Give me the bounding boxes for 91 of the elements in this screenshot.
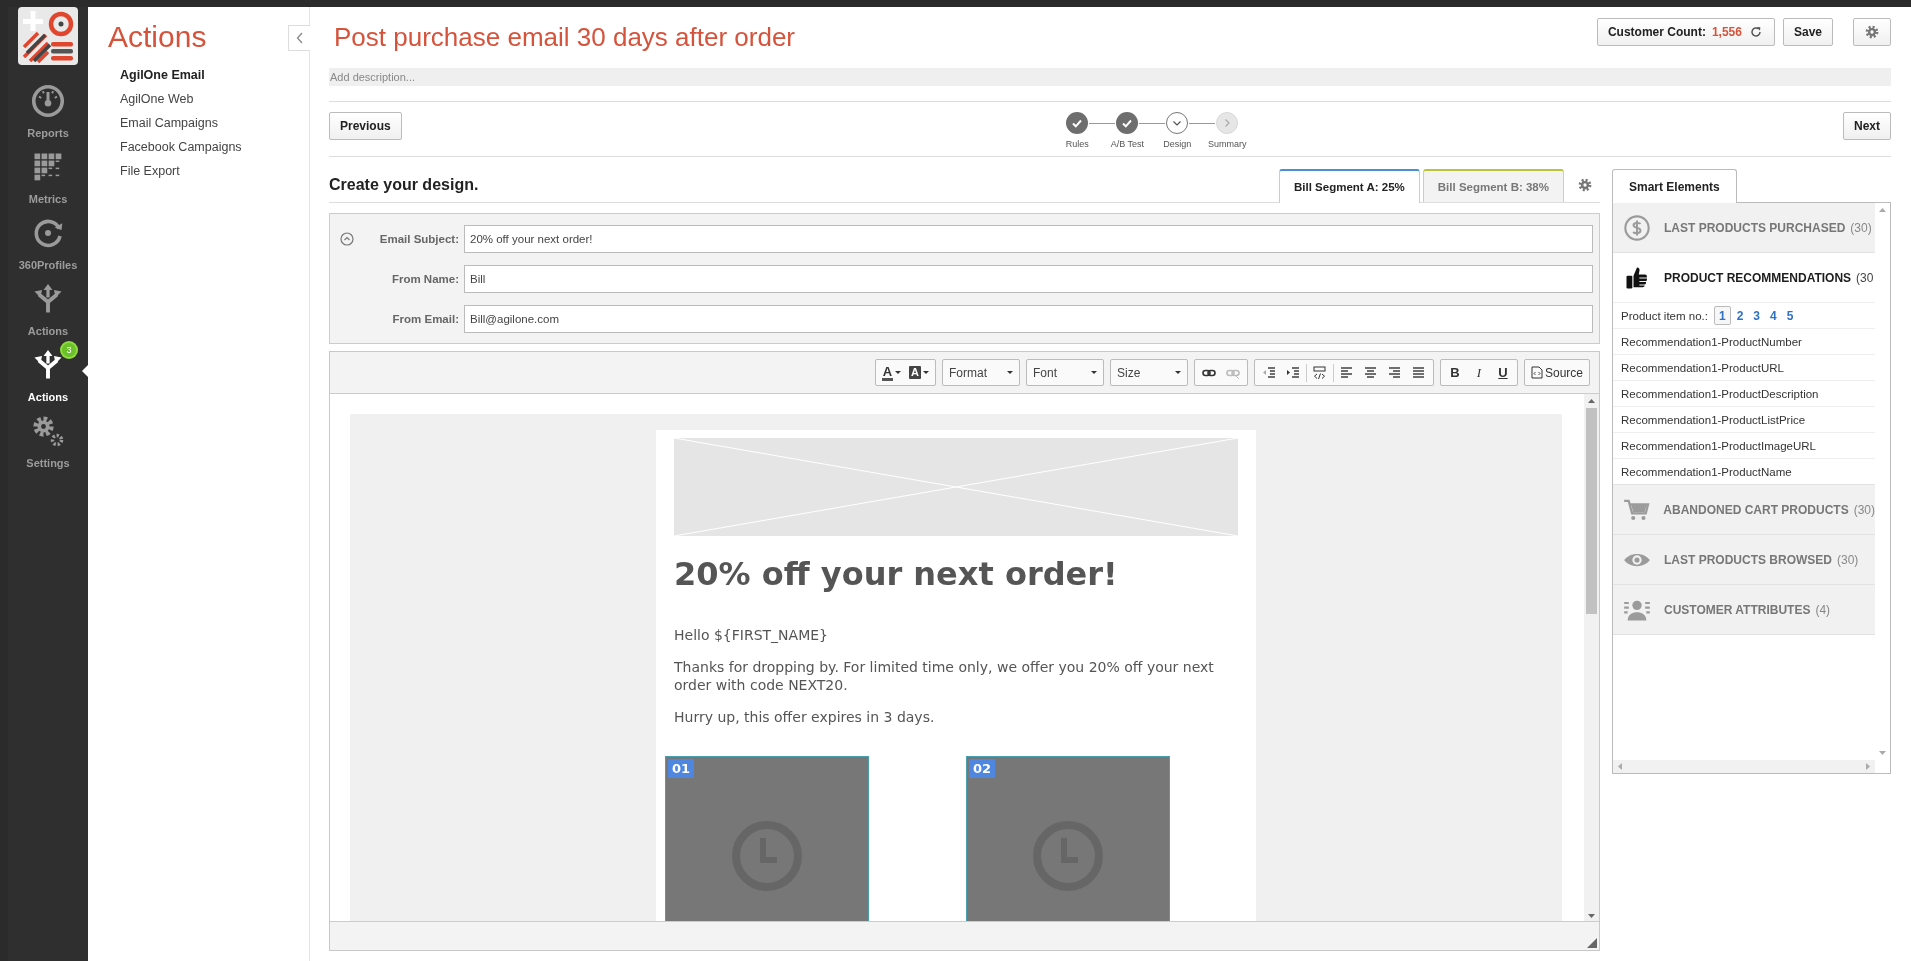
step-label: A/B Test <box>1110 139 1144 149</box>
text-field[interactable]: Bill@agilone.com <box>464 305 1593 333</box>
section-title: Actions <box>108 19 207 55</box>
italic-button[interactable]: I <box>1467 362 1490 383</box>
section-header[interactable]: CUSTOMER ATTRIBUTES (4) <box>1613 585 1875 634</box>
code-block-icon <box>1313 366 1327 379</box>
smart-element-item[interactable]: Recommendation1-ProductListPrice <box>1613 406 1875 432</box>
outdent-icon <box>1262 366 1276 379</box>
previous-button[interactable]: Previous <box>329 112 402 140</box>
chevron-left-icon <box>295 32 304 44</box>
caret-icon <box>1174 371 1181 374</box>
item-number-label: Product item no.: <box>1621 309 1708 322</box>
nav-item[interactable]: Metrics <box>8 145 88 211</box>
source-icon <box>1530 366 1543 379</box>
menu-item[interactable]: Email Campaigns <box>120 111 309 135</box>
background-color-button[interactable]: A <box>906 362 932 383</box>
product-number: 02 <box>969 759 996 778</box>
check-icon <box>1071 117 1084 129</box>
page-link[interactable]: 2 <box>1732 306 1748 325</box>
menu-item[interactable]: AgilOne Web <box>120 87 309 111</box>
chevron-down-icon <box>1172 118 1183 128</box>
nav-item[interactable]: Settings <box>8 409 88 475</box>
align-center-icon <box>1364 366 1378 379</box>
indent-icon <box>1286 366 1300 379</box>
section-header[interactable]: LAST PRODUCTS PURCHASED (30) <box>1613 203 1875 252</box>
justify-icon <box>1412 366 1426 379</box>
toolbar-dropdown[interactable]: Font <box>1025 359 1104 386</box>
page-link[interactable]: 3 <box>1749 306 1764 325</box>
section-header[interactable]: LAST PRODUCTS BROWSED (30) <box>1613 535 1875 584</box>
panel-tab[interactable]: Smart Elements <box>1612 169 1737 203</box>
page-link[interactable]: 1 <box>1713 306 1731 325</box>
smart-element-item[interactable]: Recommendation1-ProductImageURL <box>1613 432 1875 458</box>
source-button[interactable]: Source <box>1523 359 1590 386</box>
step-label: Design <box>1163 139 1192 149</box>
save-button[interactable]: Save <box>1782 18 1833 46</box>
collapse-up-icon <box>340 232 354 246</box>
settings-icon[interactable] <box>1576 176 1594 194</box>
caret-icon <box>922 371 929 374</box>
caret-icon <box>1006 371 1013 374</box>
page-link[interactable]: 5 <box>1782 306 1798 325</box>
logo <box>18 7 78 65</box>
section-header[interactable]: ABANDONED CART PRODUCTS (30) <box>1613 485 1875 534</box>
paragraph: Thanks for dropping by. For limited time only, we offer you 20% off your next order with code NEXT20. <box>674 658 1215 694</box>
settings-icon <box>1863 23 1881 41</box>
gauge-icon <box>30 83 66 119</box>
description-field[interactable]: Add description... <box>329 68 1891 86</box>
toolbar-dropdown[interactable]: Format <box>941 359 1020 386</box>
menu-item[interactable]: AgilOne Email <box>120 63 309 87</box>
bold-button[interactable]: B <box>1443 362 1466 383</box>
caret-icon <box>895 371 901 374</box>
segment-tab[interactable]: Bill Segment A: 25% <box>1279 169 1420 203</box>
align-right-icon <box>1388 366 1402 379</box>
notification-badge: 3 <box>62 343 76 357</box>
toolbar-dropdown[interactable]: Size <box>1109 359 1188 386</box>
menu-item[interactable]: File Export <box>120 159 309 183</box>
collapse-button[interactable] <box>288 25 310 51</box>
nav-item[interactable]: 360Profiles <box>8 211 88 277</box>
check-icon <box>1121 117 1134 129</box>
nav-item[interactable]: Reports <box>8 79 88 145</box>
next-button[interactable]: Next <box>1843 112 1891 140</box>
gears-icon <box>30 413 66 449</box>
align-left-icon <box>1340 366 1354 379</box>
paragraph: Hello ${FIRST_NAME} <box>674 626 829 644</box>
smart-element-item[interactable]: Recommendation1-ProductName <box>1613 458 1875 484</box>
field-label: From Name: <box>390 273 459 285</box>
resize-grip-icon <box>1587 938 1597 948</box>
settings-button[interactable] <box>1853 18 1891 46</box>
text-field[interactable]: 20% off your next order! <box>464 225 1593 253</box>
field-label: Email Subject: <box>378 233 459 245</box>
page-title: Post purchase email 30 days after order <box>334 21 797 53</box>
segment-tab[interactable]: Bill Segment B: 38% <box>1422 169 1564 202</box>
menu-item[interactable]: Facebook Campaigns <box>120 135 309 159</box>
step-label: Rules <box>1065 139 1089 149</box>
nav-item[interactable]: Actions <box>8 277 88 343</box>
underline-button[interactable]: U <box>1491 362 1514 383</box>
page-link[interactable]: 4 <box>1766 306 1781 325</box>
email-heading: 20% off your next order! <box>674 554 1119 594</box>
product-number: 01 <box>668 759 695 778</box>
paragraph: Hurry up, this offer expires in 3 days. <box>674 708 936 726</box>
customer-count-button[interactable]: Customer Count: 1,556 <box>1596 18 1775 46</box>
section-header[interactable]: PRODUCT RECOMMENDATIONS (30 <box>1613 253 1875 302</box>
text-color-button[interactable]: A <box>878 362 904 383</box>
smart-element-item[interactable]: Recommendation1-ProductNumber <box>1613 328 1875 354</box>
section-heading: Create your design. <box>329 176 480 194</box>
text-field[interactable]: Bill <box>464 265 1593 293</box>
field-label: From Email: <box>391 313 459 325</box>
smart-element-item[interactable]: Recommendation1-ProductURL <box>1613 354 1875 380</box>
step-label: Summary <box>1208 139 1247 149</box>
smart-element-item[interactable]: Recommendation1-ProductDescription <box>1613 380 1875 406</box>
dollar-coin-icon <box>1623 213 1651 242</box>
caret-icon <box>1090 371 1097 374</box>
